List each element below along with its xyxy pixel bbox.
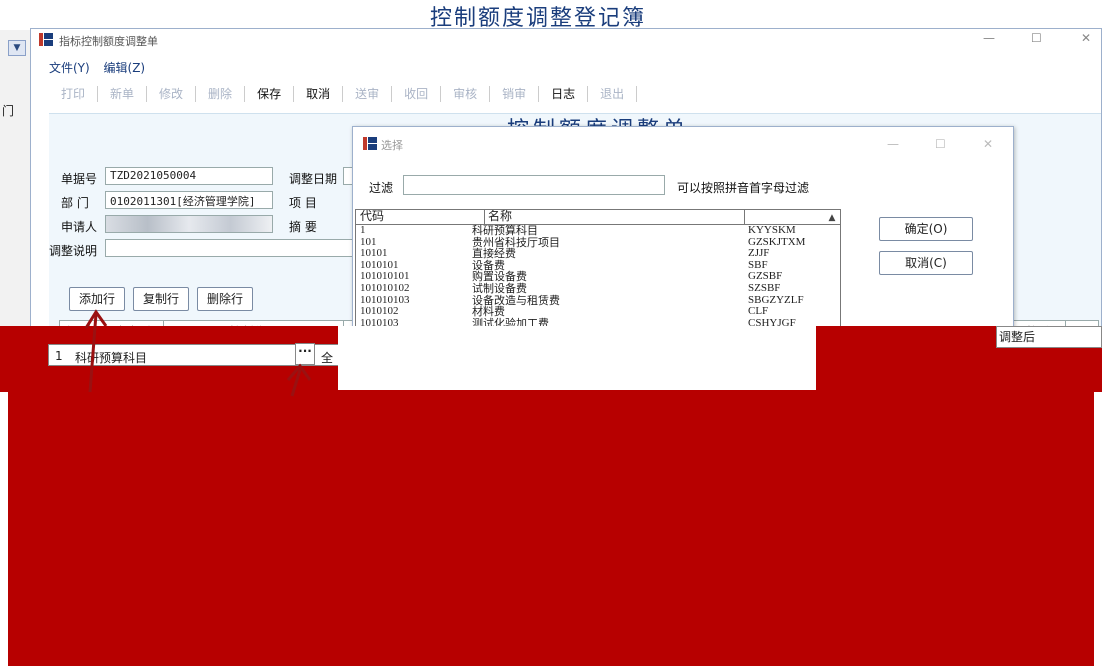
list-item[interactable]: 1 科研预算科目 KYYSKM [356, 224, 840, 237]
adjust-date-label: 调整日期 [289, 172, 338, 186]
applicant-field[interactable] [105, 215, 273, 233]
arrow-up-icon [88, 313, 98, 393]
menu-bar: 文件(Y) 编辑(Z) [49, 59, 155, 76]
toolbar-button-9[interactable]: 销审 [490, 86, 540, 102]
list-item-code: 101 [360, 235, 377, 248]
toolbar-button-8[interactable]: 审核 [441, 86, 491, 102]
adjust-desc-field[interactable] [105, 239, 355, 257]
grid-row-trail: 全 [321, 351, 334, 365]
list-item[interactable]: 10101 直接经费 ZJJF [356, 247, 840, 261]
app-logo-icon [39, 33, 53, 46]
select-dialog: 选择 — ☐ ✕ 过滤 可以按照拼音首字母过滤 确定(O) 取消(C) 代码 名… [352, 126, 1014, 339]
annotation-arrows [84, 309, 312, 397]
scroll-up-icon[interactable]: ▲ [824, 210, 840, 226]
dialog-minimize-icon[interactable]: — [887, 137, 899, 151]
toolbar-button-3[interactable]: 删除 [196, 86, 246, 102]
list-item-name: 设备改造与租赁费 [472, 293, 560, 307]
list-header: 代码 名称 [356, 210, 840, 225]
filter-label: 过滤 [369, 181, 394, 195]
code-list[interactable]: 代码 名称 ▲ 1 科研预算科目 KYYSKM 101 贵州省科技厅项目 GZSKJTXM… [355, 209, 841, 339]
window-title: 指标控制额度调整单 [59, 35, 158, 48]
toolbar-button-5[interactable]: 取消 [294, 86, 344, 102]
filter-hint: 可以按照拼音首字母过滤 [677, 181, 810, 195]
window-titlebar[interactable]: 指标控制额度调整单 — ☐ ✕ [31, 29, 1101, 51]
redacted-overlay [8, 390, 1094, 666]
list-item-code: 1010101 [360, 258, 399, 271]
app-logo-icon [363, 137, 377, 150]
ok-button[interactable]: 确定(O) [879, 217, 973, 241]
toolbar-button-0[interactable]: 打印 [49, 86, 99, 102]
list-item-code: 101010103 [360, 293, 410, 306]
list-item-code: 101010101 [360, 270, 410, 283]
summary-label: 摘 要 [289, 220, 317, 234]
menu-file[interactable]: 文件(Y) [49, 61, 90, 75]
dept-field[interactable]: 0102011301[经济管理学院] [105, 191, 273, 209]
toolbar-button-1[interactable]: 新单 [98, 86, 148, 102]
toolbar-button-10[interactable]: 日志 [539, 86, 589, 102]
toolbar-button-4[interactable]: 保存 [245, 86, 295, 102]
toolbar-button-11[interactable]: 退出 [588, 86, 638, 102]
doc-no-label: 单据号 [61, 172, 98, 186]
list-item[interactable]: 101 贵州省科技厅项目 GZSKJTXM [356, 235, 840, 249]
list-item-name: 直接经费 [472, 247, 516, 261]
left-menu-label[interactable]: 门 [2, 102, 14, 119]
cancel-button[interactable]: 取消(C) [879, 251, 973, 275]
applicant-label: 申请人 [61, 220, 98, 234]
dept-label: 部 门 [61, 196, 89, 210]
list-item-code: 1010102 [360, 305, 399, 318]
list-item-abbr: KYYSKM [748, 224, 796, 236]
project-label: 项 目 [289, 196, 317, 210]
list-item-name: 科研预算科目 [472, 224, 538, 237]
doc-no-field[interactable]: TZD2021050004 [105, 167, 273, 185]
list-item[interactable]: 101010101 购置设备费 GZSBF [356, 270, 840, 284]
adjust-desc-label: 调整说明 [49, 244, 98, 258]
filter-input[interactable] [403, 175, 665, 195]
toolbar: 打印 新单 修改 删除 保存 取消 送审 收回 审核 销审 日志 退出 [49, 83, 638, 105]
list-item-name: 贵州省科技厅项目 [472, 235, 560, 249]
list-header-abbr [744, 210, 745, 224]
list-item[interactable]: 101010102 试制设备费 SZSBF [356, 282, 840, 295]
list-header-name: 名称 [484, 210, 512, 224]
list-item-code: 101010102 [360, 282, 410, 294]
list-item-code: 1 [360, 224, 366, 236]
menu-edit[interactable]: 编辑(Z) [104, 61, 146, 75]
list-item-name: 试制设备费 [472, 282, 527, 295]
close-icon[interactable]: ✕ [1081, 31, 1091, 45]
dialog-maximize-icon[interactable]: ☐ [935, 137, 946, 151]
toolbar-button-7[interactable]: 收回 [392, 86, 442, 102]
list-item-code: 10101 [360, 247, 388, 260]
toolbar-button-2[interactable]: 修改 [147, 86, 197, 102]
list-item[interactable]: 1010101 设备费 SBF [356, 258, 840, 271]
minimize-icon[interactable]: — [983, 31, 995, 45]
list-item-abbr: SBGZYZLF [748, 293, 804, 306]
list-item-abbr: SBF [748, 258, 768, 271]
list-item-abbr: SZSBF [748, 282, 781, 294]
list-header-code: 代码 [360, 209, 385, 223]
list-item-abbr: CLF [748, 305, 769, 318]
background-left-panel [0, 30, 31, 340]
after-adjust-header: 调整后 [996, 326, 1102, 348]
list-item-abbr: GZSKJTXM [748, 235, 806, 248]
toolbar-button-6[interactable]: 送审 [343, 86, 393, 102]
dialog-title: 选择 [381, 139, 403, 152]
maximize-icon[interactable]: ☐ [1031, 31, 1042, 45]
list-item-name: 购置设备费 [472, 270, 527, 284]
list-item-name: 材料费 [472, 305, 505, 319]
list-item-abbr: GZSBF [748, 270, 783, 283]
list-item[interactable]: 1010102 材料费 CLF [356, 305, 840, 319]
dialog-close-icon[interactable]: ✕ [983, 137, 993, 151]
chevron-down-icon[interactable]: ▼ [8, 40, 26, 56]
list-item[interactable]: 101010103 设备改造与租赁费 SBGZYZLF [356, 293, 840, 307]
list-overflow [338, 326, 816, 390]
list-item-abbr: ZJJF [748, 247, 770, 260]
